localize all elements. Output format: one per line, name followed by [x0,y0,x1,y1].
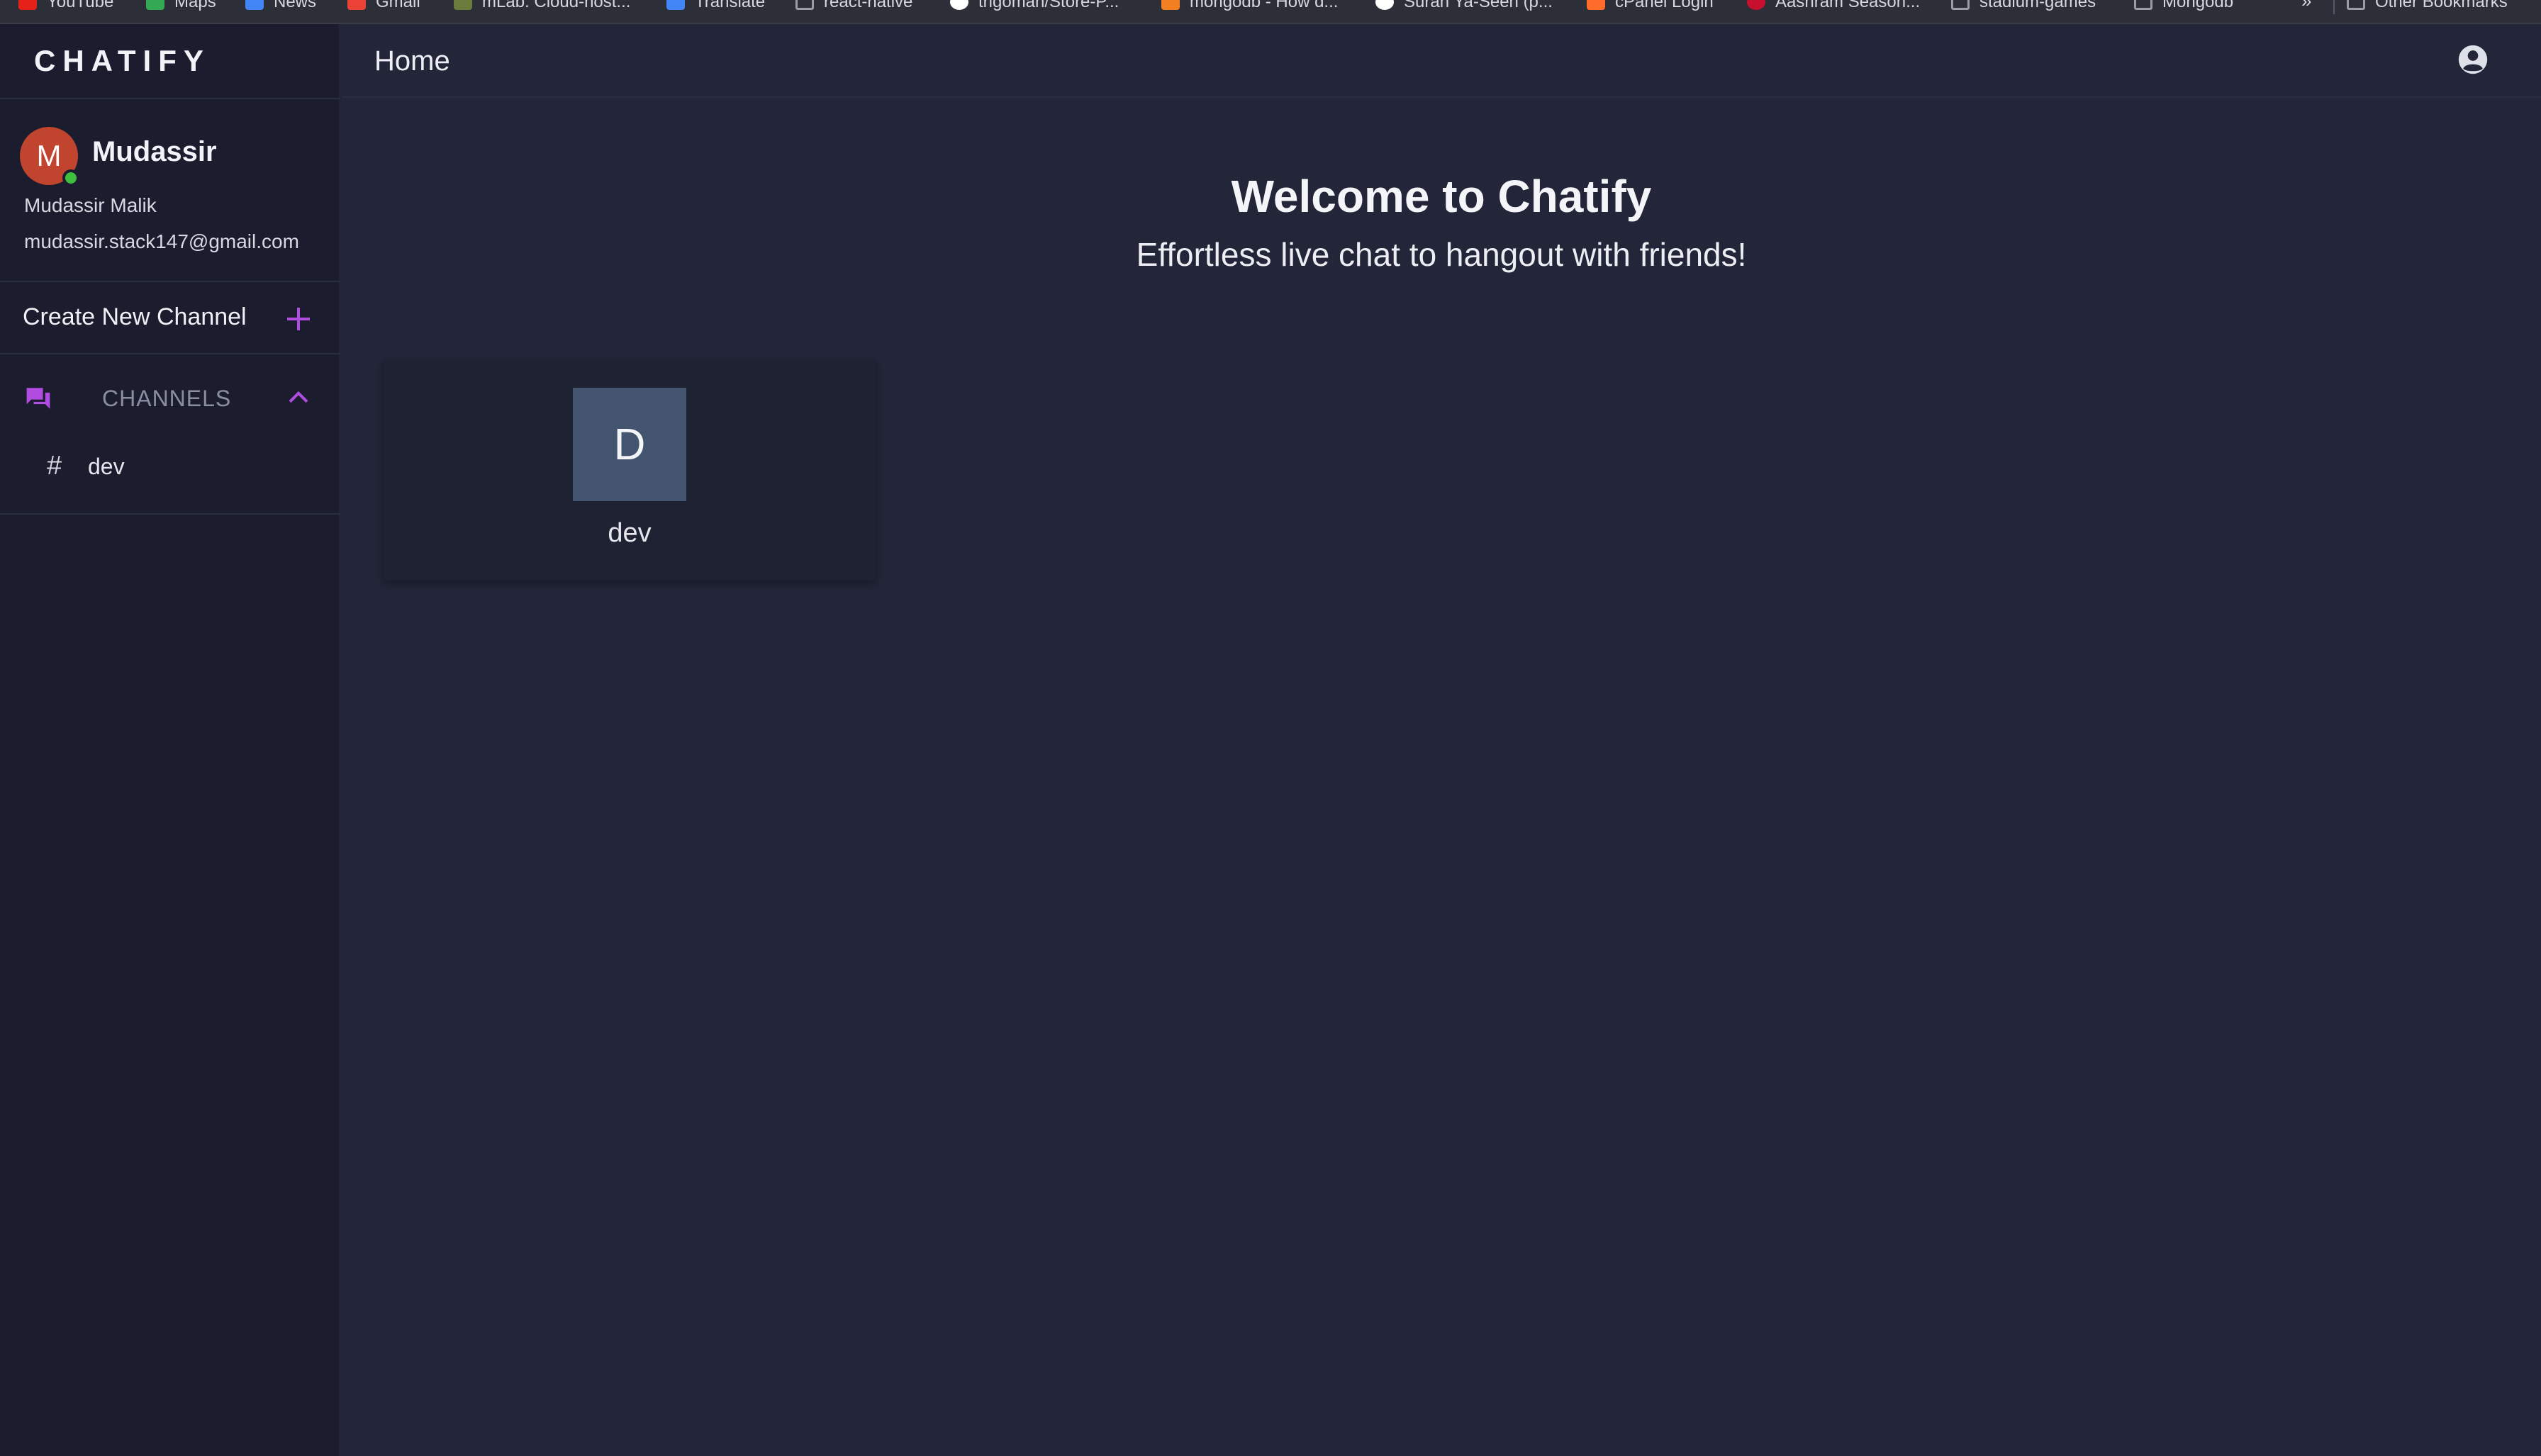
aashram-icon [1747,0,1765,10]
bookmark-label: stadium-games [1979,0,2096,11]
bookmark-mongodb[interactable]: Mongodb [2134,0,2233,14]
bookmarks-bar: YouTube Maps News Gmail mLab: Cloud-host… [0,0,2541,24]
bookmark-label: News [274,0,317,11]
bookmark-aashram[interactable]: Aashram Season... [1747,0,1920,14]
page-title: Home [374,45,450,77]
bookmark-cpanel[interactable]: cPanel Login [1587,0,1714,14]
bookmark-news[interactable]: News [245,0,316,14]
welcome-subtitle: Effortless live chat to hangout with fri… [1136,236,1747,273]
create-channel-label: Create New Channel [23,303,247,330]
mlab-icon [454,0,472,10]
channels-header[interactable]: CHANNELS [0,362,340,435]
bookmark-youtube[interactable]: YouTube [18,0,113,14]
hash-icon: # [47,451,62,481]
github-icon [950,0,968,10]
folder-icon [2347,0,2365,10]
globe-icon [1375,0,1394,10]
maps-icon [146,0,164,10]
bookmark-label: react-native [824,0,913,11]
translate-icon [666,0,685,10]
bookmark-label: Mongodb [2162,0,2234,11]
create-channel-button[interactable]: Create New Channel [0,281,340,354]
channel-card-name: dev [608,518,652,548]
avatar-initial: M [36,139,62,172]
bookmark-label: mLab: Cloud-host... [482,0,631,11]
sidebar: CHATIFY M Mudassir Mudassir Malik mudass… [0,24,340,1456]
bookmark-label: mongodb - How d... [1190,0,1339,11]
avatar: M [20,127,79,186]
news-icon [245,0,264,10]
bookmark-github[interactable]: trigoman/Store-P... [950,0,1119,14]
bookmark-label: cPanel Login [1615,0,1714,11]
bookmark-label: Aashram Season... [1775,0,1921,11]
online-status-icon [62,169,79,186]
bookmark-stackoverflow[interactable]: mongodb - How d... [1161,0,1338,14]
bookmark-label: trigoman/Store-P... [978,0,1119,11]
top-bar: Home [342,24,2541,98]
bookmark-react-native[interactable]: react-native [795,0,912,14]
divider [0,353,340,354]
bookmark-label: Gmail [376,0,420,11]
channels-label: CHANNELS [102,386,232,411]
folder-icon [1951,0,1970,10]
bookmark-label: Surah Ya-Seen (p... [1404,0,1553,11]
bookmark-stadium-games[interactable]: stadium-games [1951,0,2096,14]
chat-icon [26,388,50,409]
welcome-title: Welcome to Chatify [1231,171,1652,222]
stackoverflow-icon [1161,0,1180,10]
youtube-icon [18,0,37,10]
bookmark-translate[interactable]: Translate [666,0,765,14]
bookmark-other[interactable]: Other Bookmarks [2347,0,2508,14]
bookmark-surah[interactable]: Surah Ya-Seen (p... [1375,0,1553,14]
folder-icon [795,0,814,10]
bookmark-label: YouTube [47,0,114,11]
channel-avatar: D [573,388,686,501]
divider [0,513,340,515]
chevron-up-icon[interactable] [287,388,310,405]
channel-name: dev [88,454,125,479]
channel-card-dev[interactable]: D dev [383,359,876,581]
folder-icon [2134,0,2152,10]
gmail-icon [347,0,366,10]
brand-logo: CHATIFY [34,44,211,77]
sidebar-item-dev[interactable]: # dev [0,439,340,496]
bookmarks-separator [2333,0,2335,14]
username: Mudassir [92,136,217,167]
account-circle-icon[interactable] [2457,44,2489,75]
cpanel-icon [1587,0,1605,10]
bookmark-label: Other Bookmarks [2375,0,2508,11]
plus-icon[interactable] [286,306,311,332]
bookmark-label: Translate [695,0,766,11]
divider [0,98,340,99]
user-email: mudassir.stack147@gmail.com [24,230,299,252]
bookmark-label: Maps [174,0,216,11]
bookmarks-overflow-button[interactable]: » [2301,0,2311,12]
user-full-name: Mudassir Malik [24,194,157,216]
bookmark-gmail[interactable]: Gmail [347,0,420,14]
bookmark-maps[interactable]: Maps [146,0,216,14]
bookmark-mlab[interactable]: mLab: Cloud-host... [454,0,630,14]
